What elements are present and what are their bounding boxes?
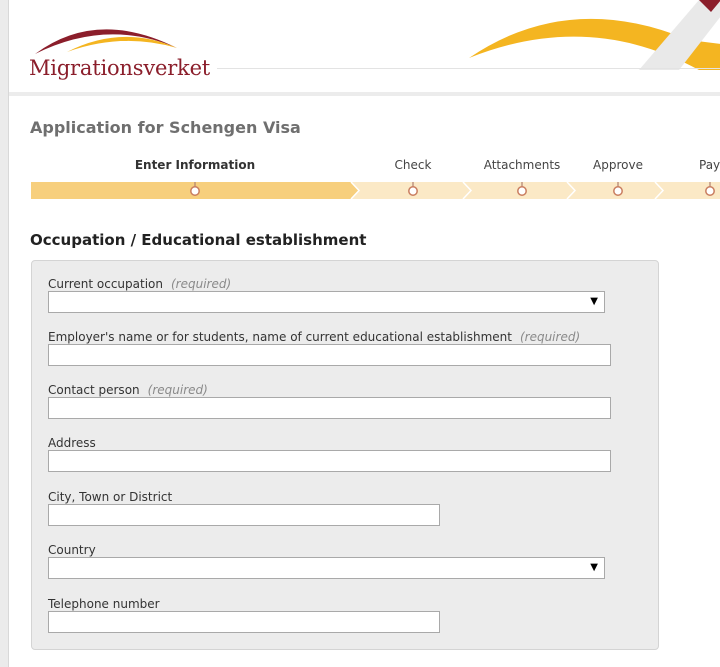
required-indicator: (required) (170, 277, 232, 291)
employer-name-label: Employer's name or for students, name of… (48, 330, 581, 344)
occupation-form: Current occupation (required) ▼ Employer'… (31, 260, 659, 650)
dropdown-arrow-icon: ▼ (590, 296, 598, 307)
city-label: City, Town or District (48, 490, 173, 504)
logo-arc-icon (35, 29, 177, 54)
step-pay: Pay (699, 158, 720, 172)
migrationsverket-logo[interactable]: Migrationsverket (27, 14, 217, 84)
current-occupation-select[interactable]: ▼ (48, 291, 605, 313)
step-attachments: Attachments (483, 158, 561, 172)
site-header: Migrationsverket (9, 0, 720, 92)
page: Migrationsverket Application for Schenge… (8, 0, 720, 667)
contact-person-input[interactable] (48, 397, 611, 419)
logo-text: Migrationsverket (29, 56, 211, 80)
contact-person-label: Contact person (required) (48, 383, 208, 397)
country-label: Country (48, 543, 96, 557)
telephone-label: Telephone number (48, 597, 160, 611)
telephone-input[interactable] (48, 611, 440, 633)
required-indicator: (required) (519, 330, 581, 344)
page-title: Application for Schengen Visa (30, 118, 301, 137)
header-bottom-border (9, 92, 720, 96)
step-enter-information: Enter Information (134, 158, 256, 172)
required-indicator: (required) (147, 383, 208, 397)
step-approve: Approve (593, 158, 643, 172)
progress-bar (31, 182, 720, 199)
section-title: Occupation / Educational establishment (30, 231, 367, 249)
header-swoosh-icon (469, 0, 720, 70)
header-divider (217, 68, 720, 69)
employer-name-input[interactable] (48, 344, 611, 366)
address-label: Address (48, 436, 96, 450)
address-input[interactable] (48, 450, 611, 472)
city-input[interactable] (48, 504, 440, 526)
dropdown-arrow-icon: ▼ (590, 562, 598, 573)
current-occupation-label: Current occupation (required) (48, 277, 232, 291)
country-select[interactable]: ▼ (48, 557, 605, 579)
step-check: Check (394, 158, 432, 172)
